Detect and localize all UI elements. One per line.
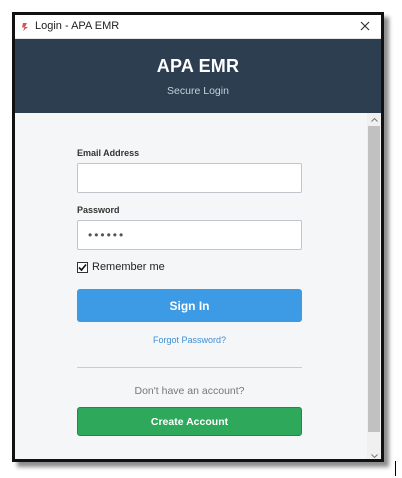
app-title: APA EMR xyxy=(156,56,240,76)
remember-me-checkbox[interactable] xyxy=(77,261,88,273)
email-label: Email Address xyxy=(77,148,140,158)
scroll-thumb[interactable] xyxy=(368,126,380,432)
checkmark-icon xyxy=(78,263,87,271)
forgot-password-link[interactable]: Forgot Password? xyxy=(77,335,302,345)
remember-me-label: Remember me xyxy=(92,261,165,273)
login-form: Email Address Password Remember me Sign … xyxy=(15,113,367,459)
vertical-scrollbar[interactable] xyxy=(367,113,381,459)
close-button[interactable] xyxy=(349,15,381,39)
divider xyxy=(77,367,302,368)
create-account-button[interactable]: Create Account xyxy=(77,407,302,436)
sign-in-button[interactable]: Sign In xyxy=(77,289,302,322)
email-field[interactable] xyxy=(77,163,302,193)
chevron-up-icon xyxy=(370,117,378,122)
login-window: Login - APA EMR APA EMR Secure Login Ema… xyxy=(12,12,384,462)
password-label: Password xyxy=(77,205,120,215)
close-icon xyxy=(360,18,370,36)
app-icon xyxy=(21,22,30,32)
no-account-text: Don't have an account? xyxy=(134,385,245,397)
chevron-down-icon xyxy=(370,453,378,458)
password-field[interactable] xyxy=(77,220,302,250)
title-bar: Login - APA EMR xyxy=(15,15,381,39)
app-subtitle: Secure Login xyxy=(167,85,229,97)
window-title: Login - APA EMR xyxy=(35,20,120,32)
scroll-up-arrow[interactable] xyxy=(367,113,381,126)
text-cursor xyxy=(395,461,396,476)
login-header: APA EMR Secure Login xyxy=(15,39,381,113)
remember-me-toggle[interactable]: Remember me xyxy=(77,260,165,274)
scroll-down-arrow[interactable] xyxy=(367,449,381,459)
